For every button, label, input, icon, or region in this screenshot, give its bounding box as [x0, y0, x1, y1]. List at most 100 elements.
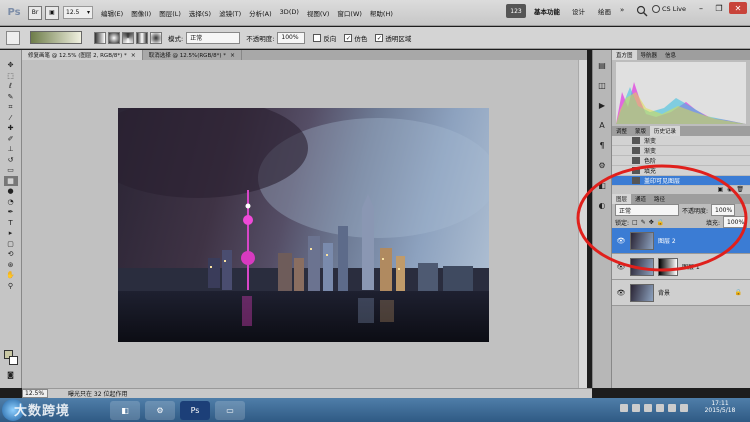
- tray-icon[interactable]: [656, 404, 664, 412]
- close-button[interactable]: ✕: [729, 2, 747, 14]
- close-icon[interactable]: ×: [131, 52, 136, 59]
- minibridge-icon[interactable]: ▣: [45, 5, 59, 20]
- background-color-swatch[interactable]: [9, 356, 18, 365]
- tab-navigator[interactable]: 导航器: [637, 50, 662, 60]
- taskbar-app-icon[interactable]: ◧: [110, 401, 140, 420]
- type-tool-icon[interactable]: T: [4, 218, 18, 229]
- reflected-gradient-button[interactable]: [136, 31, 148, 44]
- zoom-tool-icon[interactable]: ⚲: [4, 281, 18, 292]
- linear-gradient-button[interactable]: [94, 31, 106, 44]
- status-zoom-input[interactable]: 12.5%: [22, 389, 48, 398]
- tray-icon[interactable]: [644, 404, 652, 412]
- mini-bridge-icon[interactable]: ▤: [595, 58, 609, 72]
- tab-histogram[interactable]: 直方图: [612, 50, 637, 60]
- taskbar-clock[interactable]: 17:11 2015/5/18: [700, 400, 740, 414]
- menu-view[interactable]: 视图(V): [303, 8, 334, 18]
- tab-document-2[interactable]: 取消选择 @ 12.5%(RGB/8*) * ×: [143, 50, 242, 60]
- taskbar-photoshop[interactable]: Ps: [180, 401, 210, 420]
- 3d-rotate-tool-icon[interactable]: ⟲: [4, 249, 18, 260]
- path-select-tool-icon[interactable]: ▸: [4, 228, 18, 239]
- history-panel-tabs: 调整 蒙版 历史记录: [612, 126, 750, 136]
- eyedropper-tool-icon[interactable]: ⁄: [4, 113, 18, 124]
- workspace-painting[interactable]: 绘画: [598, 6, 611, 16]
- history-item[interactable]: 渐变: [612, 146, 750, 156]
- menu-3d[interactable]: 3D(D): [276, 8, 303, 18]
- menu-window[interactable]: 窗口(W): [333, 8, 366, 18]
- menu-layer[interactable]: 图层(L): [155, 8, 185, 18]
- move-tool-icon[interactable]: ✥: [4, 60, 18, 71]
- transparency-checkbox[interactable]: ✓ 透明区域: [375, 33, 411, 43]
- marquee-tool-icon[interactable]: ⬚: [4, 71, 18, 82]
- reverse-checkbox[interactable]: 反向: [313, 33, 336, 43]
- menu-bar: Ps Br ▣ 12.5 ▾ 编辑(E) 图像(I) 图层(L) 选择(S) 滤镜…: [0, 0, 750, 26]
- tray-icon[interactable]: [620, 404, 628, 412]
- dodge-tool-icon[interactable]: ◔: [4, 197, 18, 208]
- gradient-tool-icon[interactable]: ▦: [3, 175, 18, 186]
- mode-select[interactable]: 正常: [186, 31, 241, 44]
- radial-gradient-button[interactable]: [108, 31, 120, 44]
- tab-document-1[interactable]: 修复画笔 @ 12.5% (图层 2, RGB/8*) * ×: [22, 50, 143, 60]
- zoom-level-dropdown[interactable]: 12.5 ▾: [63, 6, 93, 19]
- bridge-icon[interactable]: Br: [28, 5, 42, 20]
- search-icon[interactable]: [636, 5, 648, 17]
- workspace-more-button[interactable]: »: [620, 6, 624, 14]
- taskbar-folder-icon[interactable]: ▭: [215, 401, 245, 420]
- diamond-gradient-button[interactable]: [150, 31, 162, 44]
- menu-edit[interactable]: 编辑(E): [97, 8, 127, 18]
- eye-icon[interactable]: 👁: [616, 289, 626, 297]
- quick-mask-icon[interactable]: ◙: [4, 370, 18, 381]
- clone-stamp-tool-icon[interactable]: ⊥: [4, 144, 18, 155]
- document-canvas-image[interactable]: [118, 108, 489, 342]
- annotation-ellipse: [576, 164, 748, 272]
- dither-checkbox[interactable]: ✓ 仿色: [344, 33, 367, 43]
- workspace-badge[interactable]: 123: [506, 4, 526, 18]
- brush-tool-icon[interactable]: ✐: [4, 134, 18, 145]
- shape-tool-icon[interactable]: ▢: [4, 239, 18, 250]
- cs-live-button[interactable]: CS Live: [652, 5, 686, 13]
- tray-icon[interactable]: [632, 404, 640, 412]
- windows-taskbar: ◧ ⚙ Ps ▭ 17:11 2015/5/18: [0, 398, 750, 422]
- volume-icon[interactable]: [680, 404, 688, 412]
- tab-masks[interactable]: 蒙版: [631, 126, 650, 136]
- tab-adjustments[interactable]: 调整: [612, 126, 631, 136]
- hand-tool-icon[interactable]: ✋: [4, 270, 18, 281]
- blur-tool-icon[interactable]: ●: [4, 186, 18, 197]
- paragraph-icon[interactable]: ¶: [595, 138, 609, 152]
- workspace-essentials[interactable]: 基本功能: [534, 6, 560, 16]
- history-brush-tool-icon[interactable]: ↺: [4, 155, 18, 166]
- opacity-label: 不透明度:: [246, 34, 275, 43]
- gradient-editor-swatch[interactable]: [30, 31, 82, 44]
- quick-select-tool-icon[interactable]: ✎: [4, 92, 18, 103]
- menu-filter[interactable]: 滤镜(T): [215, 8, 245, 18]
- status-bar: 12.5% 曝光只在 32 位起作用: [22, 388, 592, 398]
- layer-row-background[interactable]: 👁 背景 🔒: [612, 280, 750, 306]
- angle-gradient-button[interactable]: [122, 31, 134, 44]
- gradient-tool-preset-icon[interactable]: [6, 30, 20, 45]
- photoshop-logo: Ps: [7, 7, 21, 18]
- restore-button[interactable]: ❐: [710, 2, 728, 14]
- close-icon[interactable]: ×: [230, 52, 235, 59]
- healing-brush-tool-icon[interactable]: ✚: [4, 123, 18, 134]
- workspace-design[interactable]: 设计: [572, 6, 585, 16]
- history-icon[interactable]: ◫: [595, 78, 609, 92]
- 3d-orbit-tool-icon[interactable]: ⊛: [4, 260, 18, 271]
- opacity-input[interactable]: 100%: [277, 31, 306, 44]
- menu-select[interactable]: 选择(S): [185, 8, 215, 18]
- history-item[interactable]: 渐变: [612, 136, 750, 146]
- menu-help[interactable]: 帮助(H): [366, 8, 397, 18]
- taskbar-app-icon[interactable]: ⚙: [145, 401, 175, 420]
- menu-image[interactable]: 图像(I): [127, 8, 155, 18]
- tray-icon[interactable]: [668, 404, 676, 412]
- eraser-tool-icon[interactable]: ▭: [4, 165, 18, 176]
- minimize-button[interactable]: –: [692, 2, 710, 14]
- histogram-chart: [616, 82, 746, 124]
- tab-history[interactable]: 历史记录: [650, 126, 681, 136]
- lasso-tool-icon[interactable]: ℓ: [4, 81, 18, 92]
- tab-info[interactable]: 信息: [661, 50, 680, 60]
- menu-analysis[interactable]: 分析(A): [245, 8, 276, 18]
- pen-tool-icon[interactable]: ✒: [4, 207, 18, 218]
- actions-icon[interactable]: ▶: [595, 98, 609, 112]
- character-icon[interactable]: A: [595, 118, 609, 132]
- crop-tool-icon[interactable]: ⌗: [4, 102, 18, 113]
- histogram-graph: [616, 62, 746, 124]
